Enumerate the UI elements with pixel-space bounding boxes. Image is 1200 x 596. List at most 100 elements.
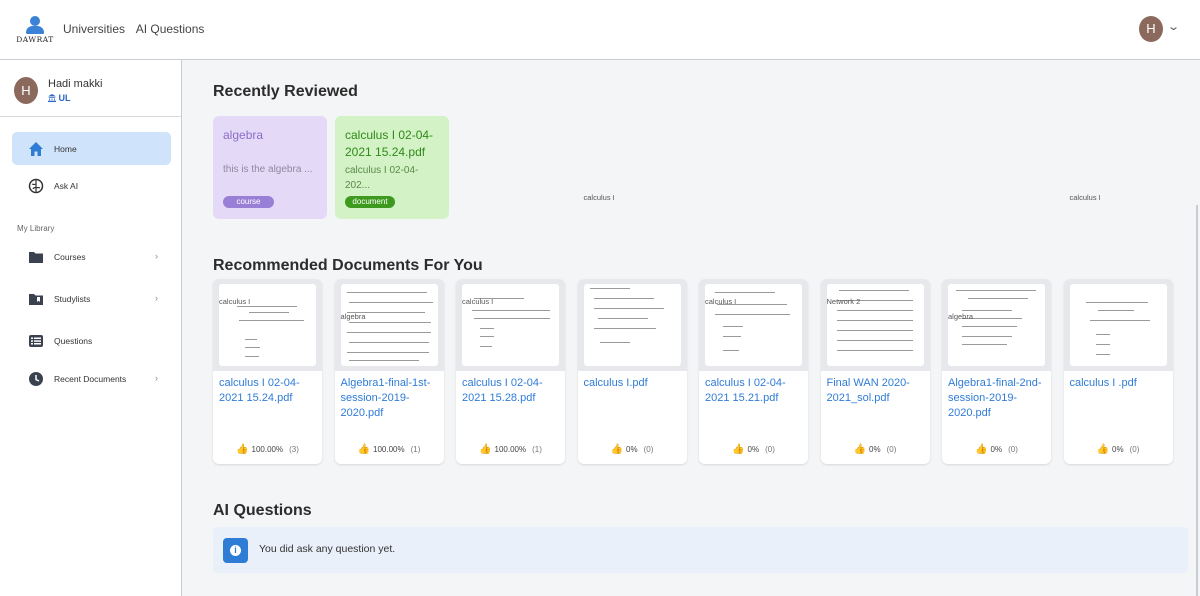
sidebar-item-studylists[interactable]: Studylists › bbox=[12, 282, 171, 315]
document-rating: 👍 0% (0) bbox=[942, 444, 1051, 455]
document-thumbnail[interactable] bbox=[1063, 279, 1173, 371]
folder-icon bbox=[29, 252, 43, 263]
nav-ai-questions[interactable]: AI Questions bbox=[136, 22, 205, 36]
scrollbar[interactable] bbox=[1196, 205, 1198, 596]
document-course: calculus I bbox=[219, 297, 251, 306]
sidebar-item-questions[interactable]: Questions bbox=[12, 324, 171, 357]
logo-person-head bbox=[30, 16, 40, 26]
empty-questions-alert: i You did ask any question yet. bbox=[213, 527, 1188, 573]
document-title[interactable]: Algebra1-final-2nd-session-2019-2020.pdf bbox=[948, 376, 1050, 421]
info-icon: i bbox=[223, 538, 248, 563]
document-card[interactable]: Final WAN 2020-2021_sol.pdf Network 2 👍 0% (… bbox=[820, 279, 930, 464]
text-line bbox=[836, 350, 913, 351]
document-card[interactable]: Algebra1-final-2nd-session-2019-2020.pdf… bbox=[942, 279, 1051, 464]
document-page-preview bbox=[340, 284, 438, 366]
document-title[interactable]: calculus I.pdf bbox=[584, 376, 686, 391]
sidebar-item-ask-ai[interactable]: Ask AI bbox=[12, 169, 171, 202]
document-page-preview bbox=[1069, 284, 1167, 366]
text-line bbox=[474, 318, 550, 319]
chevron-right-icon: › bbox=[155, 251, 158, 261]
document-course: calculus I bbox=[705, 297, 737, 306]
text-line bbox=[593, 298, 654, 299]
document-thumbnail[interactable] bbox=[334, 279, 444, 371]
document-title[interactable]: calculus I 02-04-2021 15.21.pdf bbox=[705, 376, 807, 406]
text-line bbox=[245, 339, 257, 340]
text-line bbox=[599, 342, 630, 343]
top-bar: DAWRAT Universities AI Questions H ⌄ bbox=[0, 0, 1200, 60]
text-line bbox=[237, 306, 297, 307]
sidebar-item-recent-documents[interactable]: Recent Documents › bbox=[12, 362, 171, 395]
rating-count: (0) bbox=[643, 445, 654, 454]
rating-percent: 100.00% bbox=[251, 445, 284, 454]
recent-card-course[interactable]: algebra this is the algebra ... course bbox=[213, 116, 327, 219]
recent-card-title: algebra bbox=[223, 128, 264, 142]
text-line bbox=[962, 310, 1012, 311]
document-thumbnail[interactable] bbox=[699, 279, 808, 371]
rating-count: (0) bbox=[886, 445, 897, 454]
document-card[interactable]: calculus I.pdf calculus I 👍 0% (0) bbox=[577, 193, 687, 464]
document-rating: 👍 0% (0) bbox=[699, 444, 808, 455]
text-line bbox=[715, 292, 775, 293]
document-title[interactable]: Algebra1-final-1st-session-2019-2020.pdf bbox=[341, 376, 443, 421]
document-rating: 👍 100.00% (1) bbox=[335, 444, 444, 455]
rating-percent: 100.00% bbox=[494, 445, 527, 454]
rating-count: (0) bbox=[765, 445, 775, 454]
document-card[interactable]: calculus I 02-04-2021 15.21.pdf calculus … bbox=[699, 279, 808, 464]
text-line bbox=[962, 336, 1012, 337]
document-thumbnail[interactable] bbox=[213, 279, 322, 371]
top-nav: Universities AI Questions bbox=[63, 22, 212, 36]
text-line bbox=[723, 336, 741, 337]
document-thumbnail[interactable] bbox=[820, 279, 930, 371]
document-course: calculus I bbox=[462, 297, 494, 306]
document-course: calculus I bbox=[1069, 193, 1101, 202]
text-line bbox=[346, 292, 427, 293]
document-card[interactable]: calculus I 02-04-2021 15.24.pdf calculus … bbox=[213, 279, 322, 464]
text-line bbox=[968, 298, 1028, 299]
sidebar-item-label: Ask AI bbox=[54, 181, 79, 191]
sidebar-item-label: Courses bbox=[54, 252, 86, 262]
main-content: Recently Reviewed algebra this is the al… bbox=[182, 60, 1200, 596]
document-thumbnail[interactable] bbox=[577, 279, 687, 371]
text-line bbox=[348, 360, 419, 361]
recent-card-document[interactable]: calculus I 02-04-2021 15.24.pdf calculus… bbox=[335, 116, 449, 219]
dawrat-logo[interactable]: DAWRAT bbox=[15, 14, 55, 46]
sidebar-item-label: Recent Documents bbox=[54, 374, 127, 384]
document-rating: 👍 100.00% (1) bbox=[456, 444, 565, 455]
recent-card-desc: this is the algebra ... bbox=[223, 164, 313, 175]
text-line bbox=[962, 344, 1007, 345]
document-card[interactable]: calculus I .pdf calculus I 👍 0% (0) bbox=[1063, 193, 1173, 464]
document-page-preview bbox=[583, 284, 681, 366]
document-rating: 👍 0% (0) bbox=[1064, 444, 1173, 455]
document-course: algebra bbox=[340, 312, 366, 321]
thumbs-up-icon: 👍 bbox=[479, 444, 492, 455]
chevron-down-icon[interactable]: ⌄ bbox=[1167, 20, 1180, 33]
text-line bbox=[348, 302, 433, 303]
document-rating: 👍 0% (0) bbox=[821, 444, 930, 455]
rating-percent: 100.00% bbox=[373, 445, 405, 454]
document-thumbnail[interactable] bbox=[456, 279, 565, 371]
text-line bbox=[346, 332, 431, 333]
brain-icon bbox=[28, 178, 44, 194]
document-title[interactable]: calculus I 02-04-2021 15.24.pdf bbox=[219, 376, 321, 406]
text-line bbox=[597, 318, 648, 319]
text-line bbox=[593, 328, 656, 329]
sidebar-item-home[interactable]: Home bbox=[12, 132, 171, 165]
document-course: Network 2 bbox=[826, 297, 861, 306]
document-card[interactable]: Algebra1-final-1st-session-2019-2020.pdf… bbox=[334, 279, 444, 464]
user-name: Hadi makki bbox=[48, 78, 103, 90]
user-avatar[interactable]: H bbox=[1139, 16, 1163, 42]
rating-count: (0) bbox=[1008, 445, 1018, 454]
document-card[interactable]: calculus I 02-04-2021 15.28.pdf calculus … bbox=[456, 279, 565, 464]
nav-universities[interactable]: Universities bbox=[63, 22, 125, 36]
document-title[interactable]: Final WAN 2020-2021_sol.pdf bbox=[827, 376, 929, 406]
sidebar-item-courses[interactable]: Courses › bbox=[12, 240, 171, 273]
chevron-right-icon: › bbox=[155, 373, 158, 383]
thumbs-up-icon: 👍 bbox=[853, 444, 867, 455]
document-title[interactable]: calculus I 02-04-2021 15.28.pdf bbox=[462, 376, 564, 406]
my-library-heading: My Library bbox=[17, 224, 55, 233]
document-title[interactable]: calculus I .pdf bbox=[1070, 376, 1172, 391]
rating-count: (3) bbox=[289, 445, 299, 454]
document-thumbnail[interactable] bbox=[942, 279, 1051, 371]
sidebar: H Hadi makki UL Home Ask AI My Library C… bbox=[0, 60, 182, 596]
sidebar-item-label: Studylists bbox=[54, 294, 91, 304]
